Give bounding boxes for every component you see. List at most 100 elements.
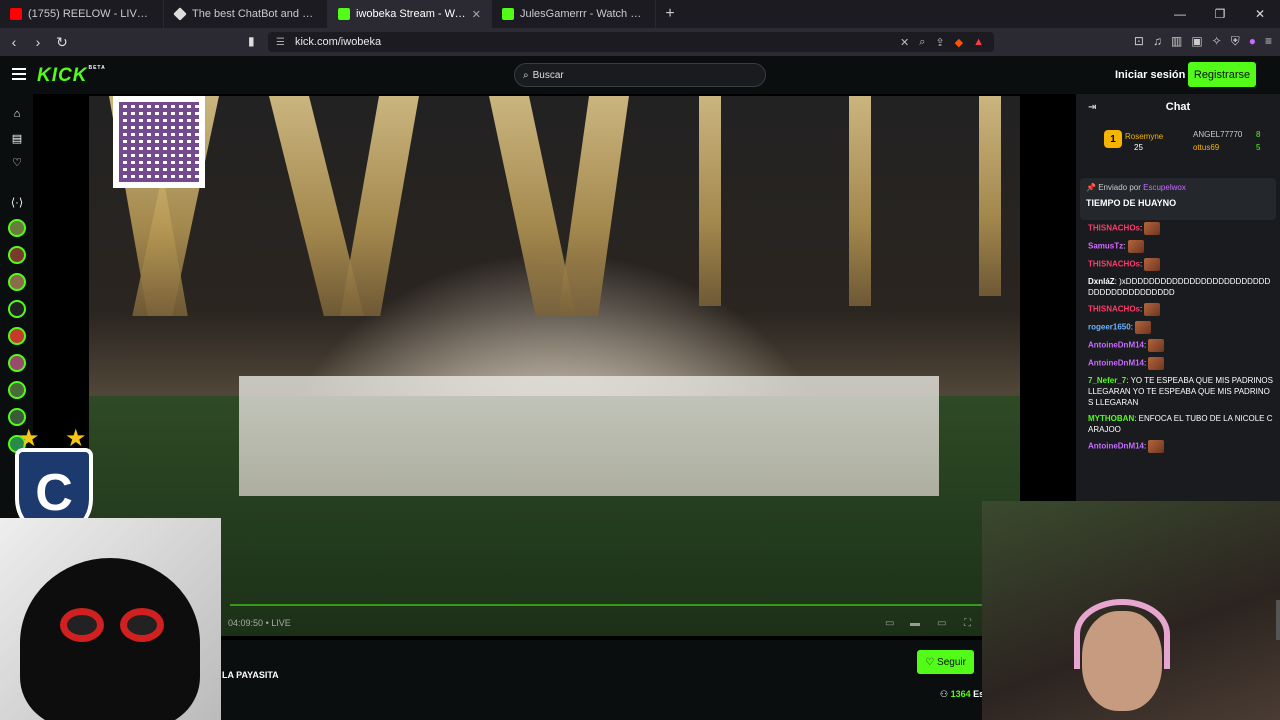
drape bbox=[558, 96, 629, 316]
chat-username[interactable]: SamusTz bbox=[1088, 242, 1123, 251]
chat-message: rogeer1650: bbox=[1088, 321, 1274, 334]
second-count: 8 bbox=[1256, 130, 1261, 139]
pinned-text: TIEMPO DE HUAYNO bbox=[1086, 198, 1177, 208]
fullscreen-icon[interactable]: ⛶ bbox=[964, 618, 971, 629]
video-progress-bar[interactable] bbox=[230, 604, 982, 606]
close-window-icon[interactable]: ✕ bbox=[1240, 0, 1280, 28]
emote-icon bbox=[1135, 321, 1152, 334]
forward-icon[interactable]: › bbox=[28, 28, 48, 56]
chat-username[interactable]: AntoineDnM14 bbox=[1088, 341, 1144, 350]
chat-message: SamusTz: bbox=[1088, 240, 1274, 253]
bookmark-icon[interactable]: ▮ bbox=[248, 34, 255, 48]
emote-icon bbox=[1148, 357, 1165, 370]
mute-icon[interactable]: ✕ bbox=[900, 36, 909, 49]
emote-icon bbox=[1148, 339, 1165, 352]
scrollbar[interactable] bbox=[1276, 600, 1280, 640]
home-icon[interactable]: ⌂ bbox=[9, 106, 25, 122]
browser-tab[interactable]: JulesGamerrr - Watch clips on Kick bbox=[492, 0, 656, 28]
pinned-sent-by: Enviado por bbox=[1098, 183, 1141, 192]
share-icon[interactable]: ⇪ bbox=[935, 36, 944, 49]
wallet-icon[interactable]: ▣ bbox=[1191, 34, 1202, 49]
emote-icon bbox=[1144, 222, 1161, 235]
login-button[interactable]: Iniciar sesión bbox=[1115, 69, 1185, 81]
second-user[interactable]: ANGEL77770 bbox=[1193, 130, 1242, 139]
menu-icon[interactable]: ≡ bbox=[1265, 34, 1272, 49]
reload-icon[interactable]: ↻ bbox=[52, 28, 72, 56]
site-settings-icon[interactable]: ☰ bbox=[276, 37, 285, 48]
new-tab-icon[interactable]: + bbox=[656, 0, 684, 28]
following-heart-icon[interactable]: ♡ bbox=[9, 154, 25, 170]
kick-logo[interactable]: KICKBETA bbox=[37, 65, 106, 87]
register-button[interactable]: Registrarse bbox=[1188, 62, 1256, 87]
channel-avatar[interactable] bbox=[8, 300, 26, 318]
tab-title: (1755) REELOW - LIVE - SUTRA SUNI bbox=[28, 8, 153, 20]
chat-username[interactable]: THISNACHOs bbox=[1088, 224, 1140, 233]
third-count: 5 bbox=[1256, 143, 1261, 152]
viewer-count: ⚇ 1364 Es bbox=[940, 689, 984, 700]
channel-avatar[interactable] bbox=[8, 381, 26, 399]
logo-text: KICK bbox=[37, 65, 88, 86]
channel-avatar[interactable] bbox=[8, 273, 26, 291]
browser-tab[interactable]: The best ChatBot and Widgets for Ki bbox=[164, 0, 328, 28]
top-count: 25 bbox=[1134, 143, 1143, 152]
sunglasses-lens bbox=[60, 608, 104, 642]
site-header: KICKBETA ⌕ Buscar Iniciar sesión Registr… bbox=[0, 56, 1280, 94]
music-icon[interactable]: ♫ bbox=[1153, 34, 1162, 49]
minimize-icon[interactable]: — bbox=[1160, 0, 1200, 28]
rewards-icon[interactable]: ▲ bbox=[973, 36, 984, 49]
chat-message: THISNACHOs: bbox=[1088, 258, 1274, 271]
sidebar-icon[interactable]: ▥ bbox=[1171, 34, 1182, 49]
url-field[interactable]: ☰ kick.com/iwobeka ✕ ⌕ ⇪ ◆ ▲ bbox=[268, 32, 994, 52]
chat-username[interactable]: AntoineDnM14 bbox=[1088, 442, 1144, 451]
theater-icon[interactable]: ▬ bbox=[910, 618, 920, 629]
emote-icon bbox=[1127, 240, 1144, 253]
chat-username[interactable]: THISNACHOs bbox=[1088, 305, 1140, 314]
drape bbox=[849, 96, 871, 306]
tab-search-icon[interactable]: ⊡ bbox=[1134, 34, 1144, 49]
chat-username[interactable]: 7_Nefer_7 bbox=[1088, 376, 1126, 385]
yape-qr-code bbox=[113, 96, 205, 188]
settings-icon[interactable]: ▭ bbox=[937, 618, 946, 629]
tab-title: The best ChatBot and Widgets for Ki bbox=[192, 8, 317, 20]
leo-icon[interactable]: ✧ bbox=[1212, 34, 1222, 49]
recommended-icon[interactable]: ⟨·⟩ bbox=[9, 194, 25, 210]
channel-avatar[interactable] bbox=[8, 219, 26, 237]
collapse-chat-icon[interactable]: ⇥ bbox=[1088, 102, 1096, 113]
chat-message: AntoineDnM14: bbox=[1088, 357, 1274, 370]
follow-label: Seguir bbox=[937, 656, 966, 668]
third-user[interactable]: ottus69 bbox=[1193, 143, 1219, 152]
pinned-user[interactable]: Escupelwox bbox=[1143, 183, 1186, 192]
follow-button[interactable]: ♡ Seguir bbox=[917, 650, 974, 674]
extension-icon[interactable]: ● bbox=[1249, 34, 1256, 49]
close-tab-icon[interactable]: ✕ bbox=[472, 8, 481, 21]
channel-avatar[interactable] bbox=[8, 354, 26, 372]
chat-message: THISNACHOs: bbox=[1088, 303, 1274, 316]
kick-favicon-icon bbox=[502, 8, 514, 20]
streamer-face bbox=[1082, 611, 1162, 711]
pinned-message[interactable]: 📌 Enviado por Escupelwox TIEMPO DE HUAYN… bbox=[1080, 178, 1276, 220]
chat-username[interactable]: DxnláZ bbox=[1088, 277, 1115, 286]
brave-shield-icon[interactable]: ◆ bbox=[955, 36, 963, 49]
browser-tab-active[interactable]: iwobeka Stream - Watch Live ✕ bbox=[328, 0, 492, 28]
chat-username[interactable]: AntoineDnM14 bbox=[1088, 359, 1144, 368]
sunglasses-lens bbox=[120, 608, 164, 642]
stream-video-frame[interactable] bbox=[89, 96, 1020, 636]
hamburger-menu-icon[interactable] bbox=[12, 68, 26, 80]
top-user[interactable]: Rosemyne bbox=[1125, 132, 1163, 141]
search-input[interactable]: ⌕ Buscar bbox=[514, 63, 766, 87]
channel-avatar[interactable] bbox=[8, 246, 26, 264]
maximize-icon[interactable]: ❐ bbox=[1200, 0, 1240, 28]
emote-icon bbox=[1144, 258, 1161, 271]
zoom-icon[interactable]: ⌕ bbox=[919, 36, 925, 49]
vpn-icon[interactable]: ⛨ bbox=[1231, 34, 1240, 49]
chat-username[interactable]: MYTHOBAN bbox=[1088, 414, 1134, 423]
search-placeholder: Buscar bbox=[532, 69, 564, 81]
emote-icon bbox=[1148, 440, 1165, 453]
channel-avatar[interactable] bbox=[8, 327, 26, 345]
chat-username[interactable]: rogeer1650 bbox=[1088, 323, 1131, 332]
browser-tab[interactable]: (1755) REELOW - LIVE - SUTRA SUNI bbox=[0, 0, 164, 28]
chat-username[interactable]: THISNACHOs bbox=[1088, 260, 1140, 269]
browse-icon[interactable]: ▤ bbox=[9, 130, 25, 146]
back-icon[interactable]: ‹ bbox=[4, 28, 24, 56]
pip-icon[interactable]: ▭ bbox=[885, 618, 894, 629]
